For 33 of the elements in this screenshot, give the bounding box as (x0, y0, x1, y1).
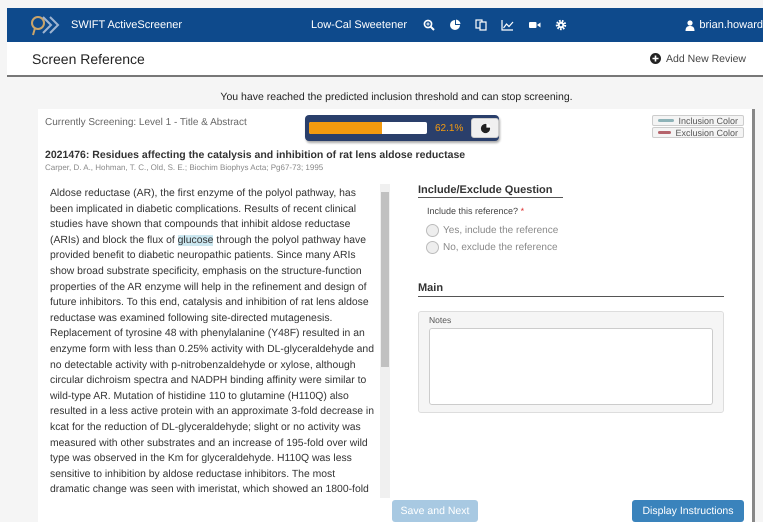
settings-icon[interactable] (555, 19, 567, 31)
line-chart-icon[interactable] (501, 19, 514, 31)
video-camera-icon[interactable] (528, 19, 541, 31)
radio-option[interactable]: No, exclude the reference (426, 239, 724, 256)
pie-chart-icon[interactable] (449, 19, 461, 31)
instructions-button[interactable]: Display Instructions (632, 500, 744, 522)
zoom-in-icon[interactable] (423, 19, 435, 31)
section-heading: Main (418, 282, 724, 297)
notes-label: Notes (429, 315, 452, 325)
radio-option[interactable]: Yes, include the reference (426, 222, 724, 239)
documents-icon[interactable] (475, 19, 487, 31)
plus-icon (650, 53, 662, 64)
section-heading: Include/Exclude Question (418, 184, 563, 198)
question-prompt: Include this reference? * (427, 206, 526, 216)
add-review-button[interactable]: Add New Review (648, 50, 748, 66)
progress-reading: 62.1% (435, 122, 464, 134)
user-menu[interactable]: brian.howard (685, 19, 763, 31)
reference-title: 2021476: Residues affecting the catalysis and inhibition of rat lens aldose reductase (45, 149, 466, 161)
threshold-notice: You have reached the predicted inclusion threshold and can stop screening. (219, 90, 574, 105)
pie-chart-icon (480, 122, 490, 134)
notes-field[interactable] (429, 328, 713, 405)
reference-citation: Carper, D. A., Hohman, T. C., Old, S. E.; Biochim Biophys Acta; Pg67-73; 1995 (45, 163, 324, 172)
project-name[interactable]: Low-Cal Sweetener (311, 19, 407, 31)
chart-button[interactable] (471, 118, 499, 138)
screening-level: Currently Screening: Level 1 - Title & Abstract (45, 116, 248, 128)
page-title: Screen Reference (32, 50, 145, 66)
user-icon (685, 20, 696, 30)
legend-button[interactable]: Inclusion Color (652, 115, 744, 126)
scrollbar[interactable] (380, 184, 390, 498)
app-title: SWIFT ActiveScreener (71, 19, 184, 31)
abstract-text: Aldose reductase (AR), the first enzyme of the polyol pathway, has been implicated in diabetic complications. Results of recent clinical studies have shown that compounds that inhibit aldose reductase (ARIs) and block the flux of glucose through the polyol pathway have provided benefit to diabetic neuropathic patients. Since many ARIs show broad substrate specificity, emphasis on the structure-function properties of the AR enzyme will help in the refinement and design of future inhibitors. To this end, catalysis and inhibition of rat lens aldose reductase was examined following site-directed mutagenesis. Replacement of tyrosine 48 with phenylalanine (Y48F) resulted in an enzyme form with less than 0.25% activity with DL-glyceraldehyde and no detectable activity with p-nitrobenzaldehyde or xylose, although circular dichroism spectra and NADPH binding affinity were similar to wild-type AR. Mutation of histidine 110 to glutamine (H110Q) also resulted in a less active protein with an approximate 3-fold decrease in kcat for the reduction of DL-glyceraldehyde; slight or no activity was measured with other substrates and an increase of 195-fold over wild type was observed in the Km for glyceraldehyde. H110Q was less sensitive to inhibition by aldose reductase inhibitors. The most dramatic change was seen with imeristat, which showed an 1800-fold (49, 187, 376, 498)
user-name: brian.howard (699, 19, 763, 31)
legend-button[interactable]: Exclusion Color (652, 127, 744, 138)
